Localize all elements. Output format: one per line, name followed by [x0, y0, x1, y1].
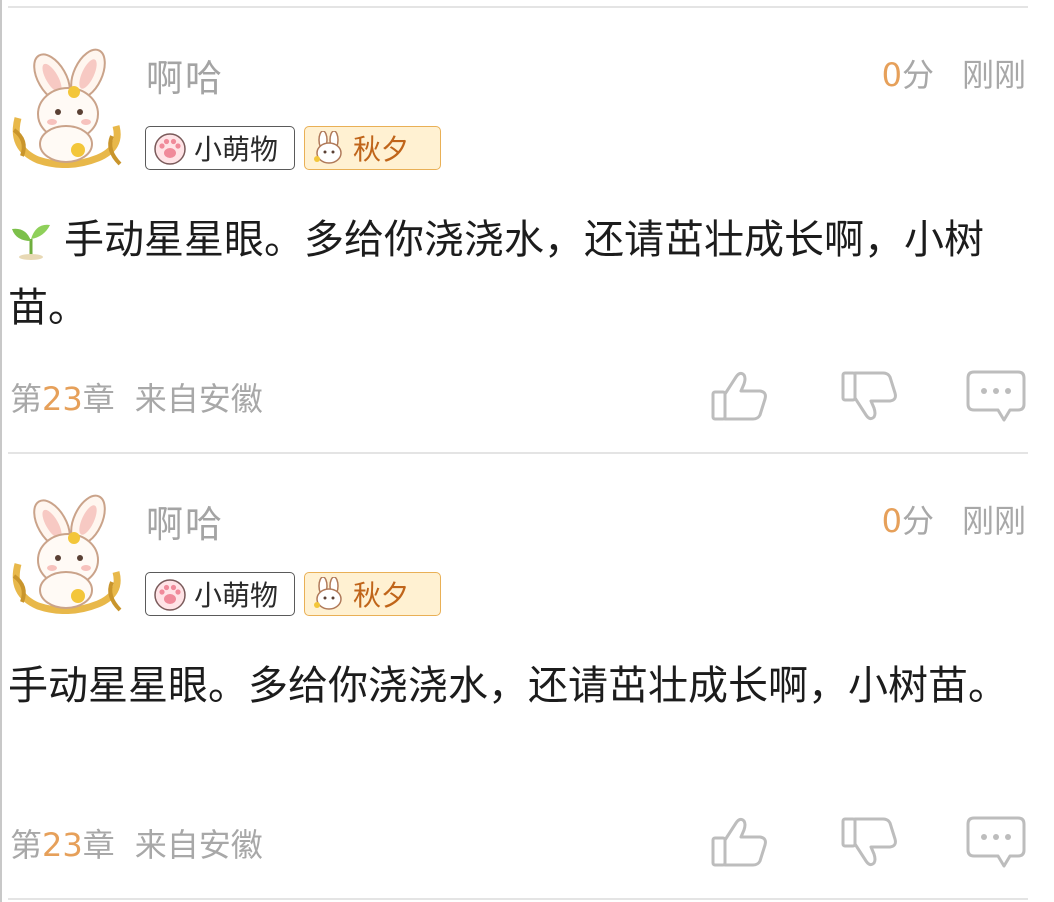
comment-list: 啊哈 0分 刚刚 小萌物 秋夕 手动星星眼。多给你浇浇水，还请茁壮成长啊，小树苗…	[0, 0, 1054, 902]
score-number: 0	[881, 502, 902, 540]
bunny-avatar-icon[interactable]	[8, 494, 126, 614]
paw-icon	[154, 133, 186, 165]
comment-body: 手动星星眼。多给你浇浇水，还请茁壮成长啊，小树苗。	[8, 652, 1018, 720]
badge-fan[interactable]: 秋夕	[304, 572, 441, 616]
thumbs-up-icon[interactable]	[710, 814, 770, 870]
score-unit: 分	[901, 56, 934, 94]
comment-item: 啊哈 0分 刚刚 小萌物 秋夕 手动星星眼。多给你浇浇水，还请茁壮成长啊，小树苗…	[2, 452, 1054, 892]
chapter-prefix: 第	[10, 826, 43, 864]
sprout-icon	[12, 224, 50, 260]
comment-text: 手动星星眼。多给你浇浇水，还请茁壮成长啊，小树苗。	[8, 217, 984, 331]
score-unit: 分	[901, 502, 934, 540]
badge-fan-label: 秋夕	[353, 579, 410, 612]
comment-meta: 第23章 来自安徽	[10, 374, 263, 420]
comment-meta: 第23章 来自安徽	[10, 820, 263, 866]
thumbs-down-icon[interactable]	[840, 814, 900, 870]
chapter-number[interactable]: 23	[42, 380, 83, 418]
badge-cute-label: 小萌物	[194, 579, 279, 612]
chapter-suffix: 章	[82, 826, 115, 864]
score-number: 0	[881, 56, 902, 94]
badge-cute-label: 小萌物	[194, 133, 279, 166]
chapter-number[interactable]: 23	[42, 826, 83, 864]
comment-text: 手动星星眼。多给你浇浇水，还请茁壮成长啊，小树苗。	[8, 663, 1008, 709]
thumbs-up-icon[interactable]	[710, 368, 770, 424]
badge-fan[interactable]: 秋夕	[304, 126, 441, 170]
chapter-prefix: 第	[10, 380, 43, 418]
badge-fan-label: 秋夕	[353, 133, 410, 166]
score: 0分	[882, 496, 934, 542]
username[interactable]: 啊哈	[146, 48, 224, 102]
badge-cute[interactable]: 小萌物	[145, 572, 295, 616]
comment-icon[interactable]	[966, 814, 1026, 870]
timestamp: 刚刚	[961, 56, 1026, 94]
badge-cute[interactable]: 小萌物	[145, 126, 295, 170]
divider	[8, 898, 1028, 900]
location: 来自安徽	[134, 826, 263, 864]
username[interactable]: 啊哈	[146, 494, 224, 548]
comment-item: 啊哈 0分 刚刚 小萌物 秋夕 手动星星眼。多给你浇浇水，还请茁壮成长啊，小树苗…	[2, 6, 1054, 446]
paw-icon	[154, 579, 186, 611]
timestamp: 刚刚	[961, 502, 1026, 540]
bunny-icon	[314, 577, 342, 610]
comment-icon[interactable]	[966, 368, 1026, 424]
score: 0分	[882, 50, 934, 96]
bunny-icon	[314, 131, 342, 164]
thumbs-down-icon[interactable]	[840, 368, 900, 424]
bunny-avatar-icon[interactable]	[8, 48, 126, 168]
comment-body: 手动星星眼。多给你浇浇水，还请茁壮成长啊，小树苗。	[8, 206, 1018, 342]
location: 来自安徽	[134, 380, 263, 418]
chapter-suffix: 章	[82, 380, 115, 418]
